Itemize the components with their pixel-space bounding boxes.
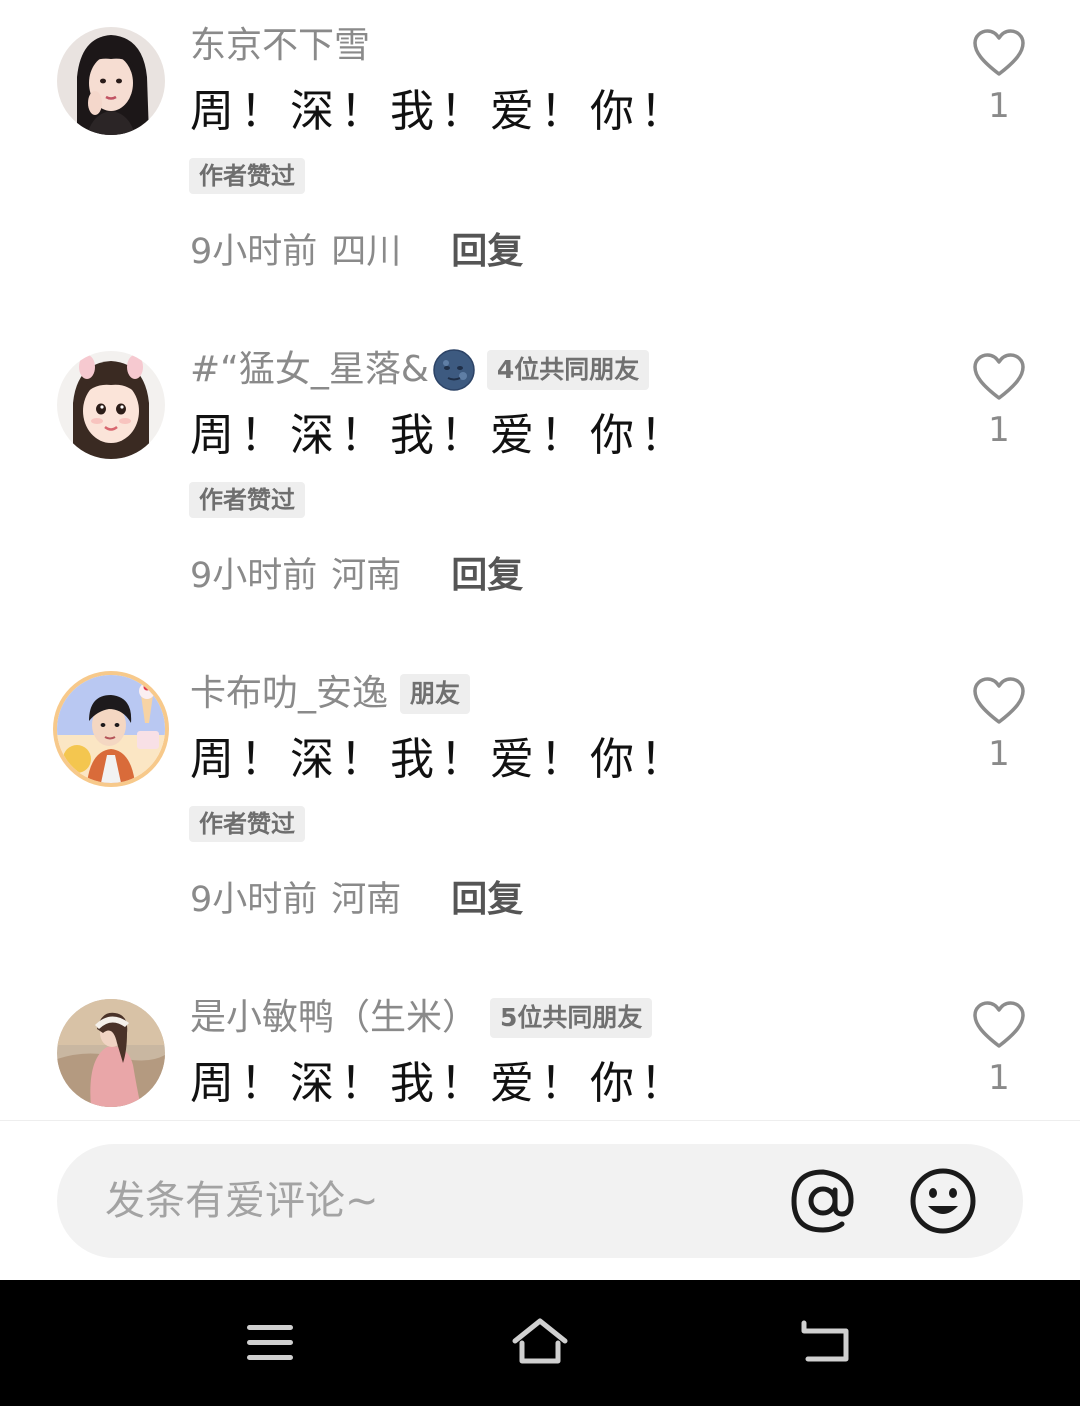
- comment-item: 卡布叻_安逸 朋友 周！深！我！爱！你！ 作者赞过 9小时前 河南 回复 1: [0, 648, 1080, 972]
- heart-outline-icon: [973, 353, 1025, 400]
- name-row: 是小敏鸭（生米） 5位共同朋友: [190, 992, 653, 1044]
- smiley-icon[interactable]: [908, 1166, 978, 1236]
- comment-input-placeholder: 发条有爱评论~: [105, 1178, 379, 1224]
- comment-time: 9小时前: [190, 232, 318, 272]
- like-count: 1: [988, 410, 1010, 450]
- comment-meta: 9小时前 河南 回复: [190, 874, 523, 926]
- like-button[interactable]: 1: [966, 28, 1032, 126]
- like-count: 1: [988, 86, 1010, 126]
- comment-location: 河南: [331, 556, 402, 596]
- system-nav-bar: [0, 1280, 1080, 1406]
- avatar[interactable]: [57, 675, 165, 783]
- comment-input[interactable]: 发条有爱评论~: [57, 1144, 1023, 1258]
- name-row: 卡布叻_安逸 朋友: [190, 668, 471, 720]
- comment-meta: 9小时前 河南 回复: [190, 550, 523, 602]
- author-liked-badge: 作者赞过: [189, 158, 305, 194]
- comment-list[interactable]: 东京不下雪 周！深！我！爱！你！ 作者赞过 9小时前 四川 回复 1 #“猛女_…: [0, 0, 1080, 1120]
- comment-page: 东京不下雪 周！深！我！爱！你！ 作者赞过 9小时前 四川 回复 1 #“猛女_…: [0, 0, 1080, 1406]
- comment-time: 9小时前: [190, 880, 318, 920]
- back-icon[interactable]: [798, 1315, 854, 1371]
- new-moon-face-icon: [433, 349, 475, 391]
- like-count: 1: [988, 1058, 1010, 1098]
- comment-text: 周！深！我！爱！你！: [190, 734, 690, 785]
- heart-outline-icon: [973, 29, 1025, 76]
- username[interactable]: 东京不下雪: [190, 20, 370, 72]
- comment-input-bar: 发条有爱评论~: [0, 1120, 1080, 1281]
- username[interactable]: 卡布叻_安逸: [190, 668, 388, 720]
- reply-button[interactable]: 回复: [451, 231, 523, 272]
- reply-button[interactable]: 回复: [451, 879, 523, 920]
- author-liked-badge: 作者赞过: [189, 482, 305, 518]
- comment-location: 河南: [331, 880, 402, 920]
- username[interactable]: 是小敏鸭（生米）: [190, 992, 478, 1044]
- like-button[interactable]: 1: [966, 352, 1032, 450]
- comment-text: 周！深！我！爱！你！: [190, 86, 690, 137]
- comment-text: 周！深！我！爱！你！: [190, 410, 690, 461]
- heart-outline-icon: [973, 1001, 1025, 1048]
- mutual-friends-tag: 5位共同朋友: [490, 998, 653, 1038]
- avatar[interactable]: [57, 351, 165, 459]
- author-liked-badge: 作者赞过: [189, 806, 305, 842]
- name-row: 东京不下雪: [190, 20, 370, 72]
- like-button[interactable]: 1: [966, 676, 1032, 774]
- comment-text: 周！深！我！爱！你！: [190, 1058, 690, 1109]
- comment-item: 是小敏鸭（生米） 5位共同朋友 周！深！我！爱！你！ 1: [0, 972, 1080, 1120]
- menu-icon[interactable]: [242, 1315, 298, 1371]
- comment-time: 9小时前: [190, 556, 318, 596]
- home-icon[interactable]: [510, 1315, 570, 1371]
- comment-meta: 9小时前 四川 回复: [190, 226, 523, 278]
- comment-location: 四川: [331, 232, 402, 272]
- reply-button[interactable]: 回复: [451, 555, 523, 596]
- avatar[interactable]: [57, 999, 165, 1107]
- heart-outline-icon: [973, 677, 1025, 724]
- mutual-friends-tag: 4位共同朋友: [486, 350, 650, 390]
- avatar[interactable]: [57, 27, 165, 135]
- friend-tag: 朋友: [400, 674, 471, 714]
- like-button[interactable]: 1: [966, 1000, 1032, 1098]
- like-count: 1: [988, 734, 1010, 774]
- at-icon[interactable]: [788, 1166, 858, 1236]
- name-row: #“猛女_星落& 4位共同朋友: [190, 344, 650, 396]
- comment-item: #“猛女_星落& 4位共同朋友 周！深！我！爱！你！ 作者赞过 9小时前 河南 回复: [0, 324, 1080, 648]
- comment-item: 东京不下雪 周！深！我！爱！你！ 作者赞过 9小时前 四川 回复 1: [0, 0, 1080, 324]
- username[interactable]: #“猛女_星落&: [190, 344, 429, 396]
